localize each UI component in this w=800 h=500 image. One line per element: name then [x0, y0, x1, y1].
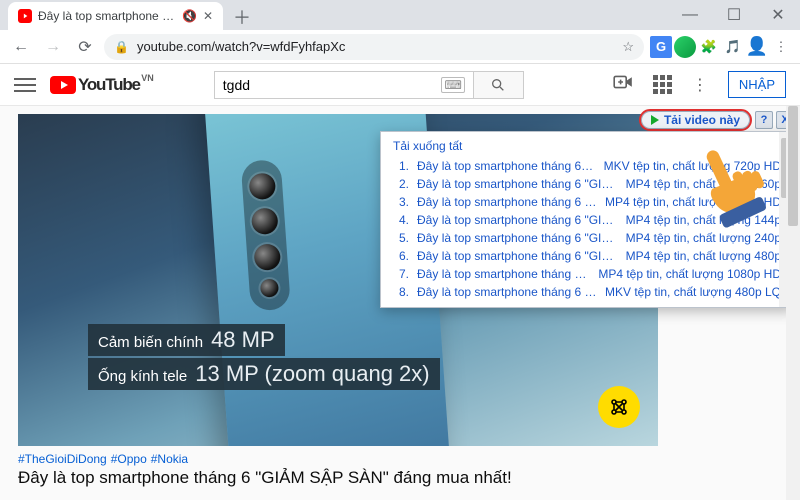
- youtube-masthead: YouTube VN tgdd ⌨ ⋮ NHẬP: [0, 64, 800, 106]
- youtube-play-icon: [50, 76, 76, 94]
- youtube-logo-text: YouTube: [78, 75, 140, 95]
- browser-titlebar: Đây là top smartphone tháng 🔇 ✕ ＋ — ☐ ✕: [0, 0, 800, 30]
- bookmark-star-icon[interactable]: ☆: [622, 39, 634, 55]
- browser-tab[interactable]: Đây là top smartphone tháng 🔇 ✕: [8, 2, 223, 30]
- download-option[interactable]: 8. Đây là top smartphone tháng 6 "GIẢM SẬ…: [381, 283, 793, 301]
- extension-media-icon[interactable]: 🎵: [722, 36, 744, 58]
- video-title: Đây là top smartphone tháng 6 "GIẢM SẬP …: [18, 468, 512, 488]
- settings-menu-icon[interactable]: ⋮: [692, 75, 708, 95]
- option-index: 5.: [399, 231, 409, 245]
- sign-in-button[interactable]: NHẬP: [728, 71, 786, 98]
- profile-avatar-icon[interactable]: 👤: [746, 36, 768, 58]
- download-option[interactable]: 6. Đây là top smartphone tháng 6 "GIẢM SẬ…: [381, 247, 793, 265]
- create-video-icon[interactable]: [613, 74, 633, 95]
- youtube-logo[interactable]: YouTube VN: [50, 75, 140, 95]
- hashtag-link[interactable]: #Oppo: [111, 452, 147, 466]
- extension-idm-icon[interactable]: [674, 36, 696, 58]
- tab-title: Đây là top smartphone tháng: [38, 9, 176, 23]
- option-index: 7.: [399, 267, 409, 281]
- caption-value: 48 MP: [211, 327, 275, 353]
- download-video-button[interactable]: Tải video này: [639, 109, 752, 131]
- sign-in-label: NHẬP: [739, 77, 775, 92]
- apps-grid-icon[interactable]: [653, 75, 672, 94]
- option-index: 8.: [399, 285, 409, 299]
- option-index: 3.: [399, 195, 409, 209]
- nav-forward-button: →: [40, 34, 66, 60]
- download-help-button[interactable]: ?: [755, 111, 773, 129]
- youtube-region: VN: [141, 73, 154, 83]
- window-maximize[interactable]: ☐: [712, 0, 756, 30]
- download-option[interactable]: 7. Đây là top smartphone tháng 6 "GIẢM SẬ…: [381, 265, 793, 283]
- extension-google-translate-icon[interactable]: G: [650, 36, 672, 58]
- download-button-label: Tải video này: [664, 113, 740, 127]
- extension-puzzle-icon[interactable]: 🧩: [698, 36, 720, 58]
- channel-badge-icon: [598, 386, 640, 428]
- browser-menu-icon[interactable]: ⋮: [770, 36, 792, 58]
- nav-back-button[interactable]: ←: [8, 34, 34, 60]
- hashtag-link[interactable]: #Nokia: [151, 452, 188, 466]
- search-input-value: tgdd: [223, 77, 250, 93]
- hashtag-link[interactable]: #TheGioiDiDong: [18, 452, 107, 466]
- video-hashtags: #TheGioiDiDong #Oppo #Nokia: [18, 452, 188, 466]
- option-format: MKV tệp tin, chất lượng 480p LQ: [605, 285, 781, 299]
- option-index: 6.: [399, 249, 409, 263]
- page-scrollbar[interactable]: [786, 106, 800, 500]
- option-name: Đây là top smartphone tháng 6 "GIẢM SẬP …: [417, 159, 596, 173]
- address-bar: ← → ⟳ 🔒 youtube.com/watch?v=wfdFyhfapXc …: [0, 30, 800, 64]
- page-content: Cảm biến chính 48 MP Ống kính tele 13 MP…: [0, 106, 800, 500]
- search-input[interactable]: tgdd ⌨: [214, 71, 474, 99]
- window-minimize[interactable]: —: [668, 0, 712, 30]
- window-close[interactable]: ✕: [756, 0, 800, 30]
- search-icon: [490, 77, 506, 93]
- option-name: Đây là top smartphone tháng 6 "GIẢM SẬP …: [417, 213, 618, 227]
- caption-label: Ống kính tele: [98, 368, 187, 385]
- keyboard-icon[interactable]: ⌨: [441, 77, 464, 93]
- option-name: Đây là top smartphone tháng 6 "GIẢM SẬP …: [417, 285, 597, 299]
- option-format: MP4 tệp tin, chất lượng 1080p HD: [598, 267, 781, 281]
- option-name: Đây là top smartphone tháng 6 "GIẢM SẬP …: [417, 267, 590, 281]
- nav-reload-button[interactable]: ⟳: [72, 34, 98, 60]
- play-icon: [651, 115, 659, 125]
- option-index: 1.: [399, 159, 409, 173]
- idm-download-strip: Tải video này ? X: [639, 109, 794, 131]
- tab-mute-icon[interactable]: 🔇: [182, 9, 197, 23]
- search-button[interactable]: [474, 71, 524, 99]
- video-caption-overlay: Cảm biến chính 48 MP Ống kính tele 13 MP…: [88, 322, 440, 390]
- option-name: Đây là top smartphone tháng 6 "GIẢM SẬP …: [417, 249, 618, 263]
- pointer-hand-icon: [684, 146, 774, 236]
- option-index: 4.: [399, 213, 409, 227]
- option-format: MP4 tệp tin, chất lượng 480p: [626, 249, 781, 263]
- caption-label: Cảm biến chính: [98, 334, 203, 351]
- option-name: Đây là top smartphone tháng 6 "GIẢM SẬP …: [417, 195, 597, 209]
- option-name: Đây là top smartphone tháng 6 "GIẢM SẬP …: [417, 177, 618, 191]
- tab-favicon-youtube: [18, 9, 32, 23]
- new-tab-button[interactable]: ＋: [229, 4, 255, 30]
- camera-module: [241, 159, 291, 311]
- option-name: Đây là top smartphone tháng 6 "GIẢM SẬP …: [417, 231, 618, 245]
- caption-value: 13 MP (zoom quang 2x): [195, 361, 429, 387]
- omnibox[interactable]: 🔒 youtube.com/watch?v=wfdFyhfapXc ☆: [104, 34, 644, 60]
- tab-close-icon[interactable]: ✕: [203, 9, 213, 23]
- url-text: youtube.com/watch?v=wfdFyhfapXc: [137, 39, 345, 54]
- option-index: 2.: [399, 177, 409, 191]
- hamburger-menu-icon[interactable]: [14, 74, 36, 96]
- lock-icon: 🔒: [114, 40, 129, 54]
